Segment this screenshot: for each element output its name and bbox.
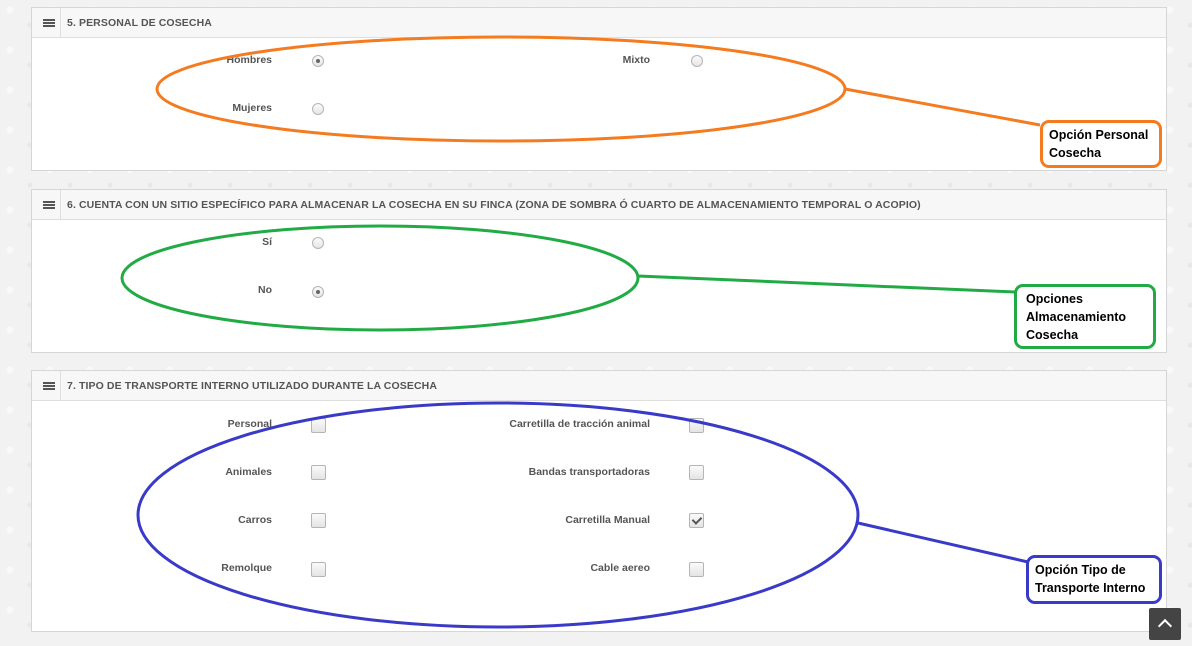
panel-header: 7. TIPO DE TRANSPORTE INTERNO UTILIZADO … <box>32 371 1166 401</box>
option-label-animales: Animales <box>225 466 272 478</box>
callout-almacenamiento-cosecha: Opciones Almacenamiento Cosecha <box>1014 284 1156 349</box>
checkbox-carretilla-manual[interactable] <box>689 513 704 528</box>
radio-no[interactable] <box>312 286 324 298</box>
option-label-mixto: Mixto <box>622 54 650 66</box>
option-label-carretilla-traccion: Carretilla de tracción animal <box>509 418 650 430</box>
callout-personal-cosecha: Opción Personal Cosecha <box>1040 120 1162 168</box>
chevron-up-icon <box>1157 618 1173 634</box>
radio-si[interactable] <box>312 237 324 249</box>
checkbox-remolque[interactable] <box>311 562 326 577</box>
option-label-carretilla-manual: Carretilla Manual <box>565 514 650 526</box>
menu-icon[interactable] <box>38 190 61 219</box>
menu-icon[interactable] <box>38 371 61 400</box>
option-label-no: No <box>258 284 272 296</box>
option-label-mujeres: Mujeres <box>232 102 272 114</box>
callout-transporte-interno: Opción Tipo de Transporte Interno <box>1026 555 1162 604</box>
menu-icon[interactable] <box>38 8 61 37</box>
radio-mixto[interactable] <box>691 55 703 67</box>
radio-hombres[interactable] <box>312 55 324 67</box>
panel-title: 5. PERSONAL DE COSECHA <box>67 16 212 29</box>
checkbox-carretilla-traccion[interactable] <box>689 418 704 433</box>
scroll-to-top-button[interactable] <box>1149 608 1181 640</box>
panel-title: 6. CUENTA CON UN SITIO ESPECÍFICO PARA A… <box>67 198 921 211</box>
option-label-si: Sí <box>262 236 272 248</box>
panel-title: 7. TIPO DE TRANSPORTE INTERNO UTILIZADO … <box>67 379 438 392</box>
checkbox-animales[interactable] <box>311 465 326 480</box>
option-label-personal: Personal <box>227 418 272 430</box>
panel-header: 6. CUENTA CON UN SITIO ESPECÍFICO PARA A… <box>32 190 1166 220</box>
personal-cosecha-panel: 5. PERSONAL DE COSECHA <box>31 7 1167 171</box>
checkbox-bandas[interactable] <box>689 465 704 480</box>
almacenamiento-cosecha-panel: 6. CUENTA CON UN SITIO ESPECÍFICO PARA A… <box>31 189 1167 353</box>
transporte-interno-panel: 7. TIPO DE TRANSPORTE INTERNO UTILIZADO … <box>31 370 1167 632</box>
checkbox-cable-aereo[interactable] <box>689 562 704 577</box>
option-label-cable-aereo: Cable aereo <box>590 562 650 574</box>
panel-header: 5. PERSONAL DE COSECHA <box>32 8 1166 38</box>
checkbox-personal[interactable] <box>311 418 326 433</box>
option-label-hombres: Hombres <box>226 54 272 66</box>
option-label-carros: Carros <box>238 514 272 526</box>
option-label-bandas: Bandas transportadoras <box>528 466 650 478</box>
option-label-remolque: Remolque <box>221 562 272 574</box>
checkbox-carros[interactable] <box>311 513 326 528</box>
radio-mujeres[interactable] <box>312 103 324 115</box>
